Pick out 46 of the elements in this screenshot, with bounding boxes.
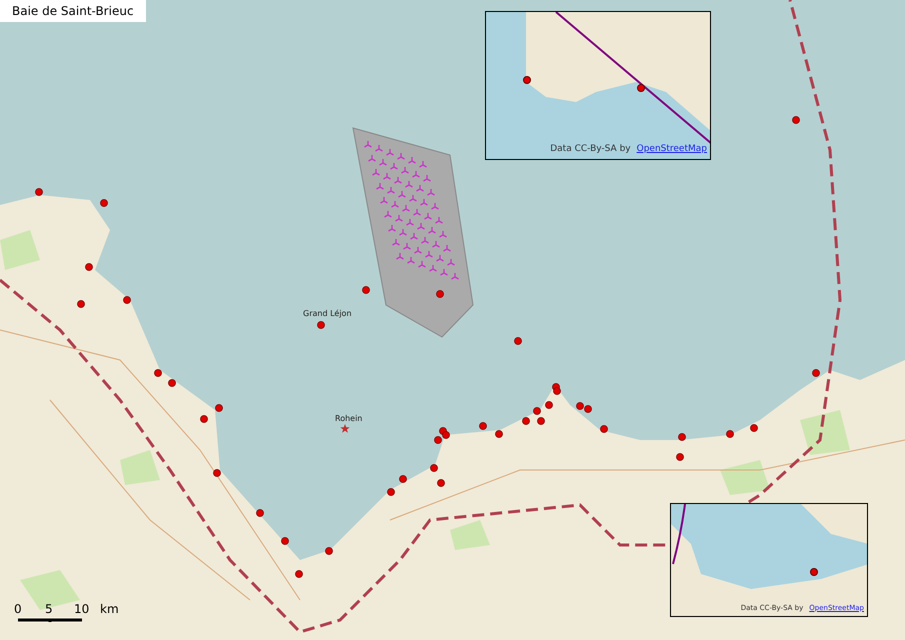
- place-label: Rohein: [335, 415, 362, 423]
- location-marker: [100, 199, 108, 207]
- location-marker: [399, 475, 407, 483]
- location-marker: [514, 337, 522, 345]
- location-marker: [77, 300, 85, 308]
- location-marker: [678, 433, 686, 441]
- location-marker: [168, 379, 176, 387]
- place-label: Grand Léjon: [303, 310, 352, 318]
- location-marker: [213, 469, 221, 477]
- location-marker: [545, 401, 553, 409]
- location-marker: [123, 296, 131, 304]
- location-marker: [200, 415, 208, 423]
- location-marker: [85, 263, 93, 271]
- location-marker: [537, 417, 545, 425]
- location-marker: [495, 430, 503, 438]
- location-marker: [479, 422, 487, 430]
- location-marker: [325, 547, 333, 555]
- map-title: Baie de Saint-Brieuc: [0, 0, 146, 22]
- location-marker: [256, 509, 264, 517]
- scale-label: 5: [45, 603, 53, 615]
- scale-unit: km: [100, 603, 119, 615]
- location-marker: [726, 430, 734, 438]
- location-marker: [154, 369, 162, 377]
- scale-bar: [16, 618, 84, 624]
- location-marker: [281, 537, 289, 545]
- scale-label: 0: [14, 603, 22, 615]
- location-marker: [522, 417, 530, 425]
- location-marker: [600, 425, 608, 433]
- location-marker: [437, 479, 445, 487]
- location-marker: [35, 188, 43, 196]
- location-marker: [362, 286, 370, 294]
- location-marker: [676, 453, 684, 461]
- location-marker: [812, 369, 820, 377]
- location-marker: [792, 116, 800, 124]
- star-icon: [340, 424, 350, 433]
- location-marker: [387, 488, 395, 496]
- location-marker: [215, 404, 223, 412]
- map-link[interactable]: OpenStreetMap: [636, 142, 707, 156]
- location-marker: [750, 424, 758, 432]
- scale-label: 10: [74, 603, 90, 615]
- location-marker: [317, 321, 325, 329]
- location-marker: [533, 407, 541, 415]
- location-marker: [436, 290, 444, 298]
- attribution-text: Data CC-By-SA by: [550, 142, 631, 156]
- location-marker: [430, 464, 438, 472]
- location-marker: [295, 570, 303, 578]
